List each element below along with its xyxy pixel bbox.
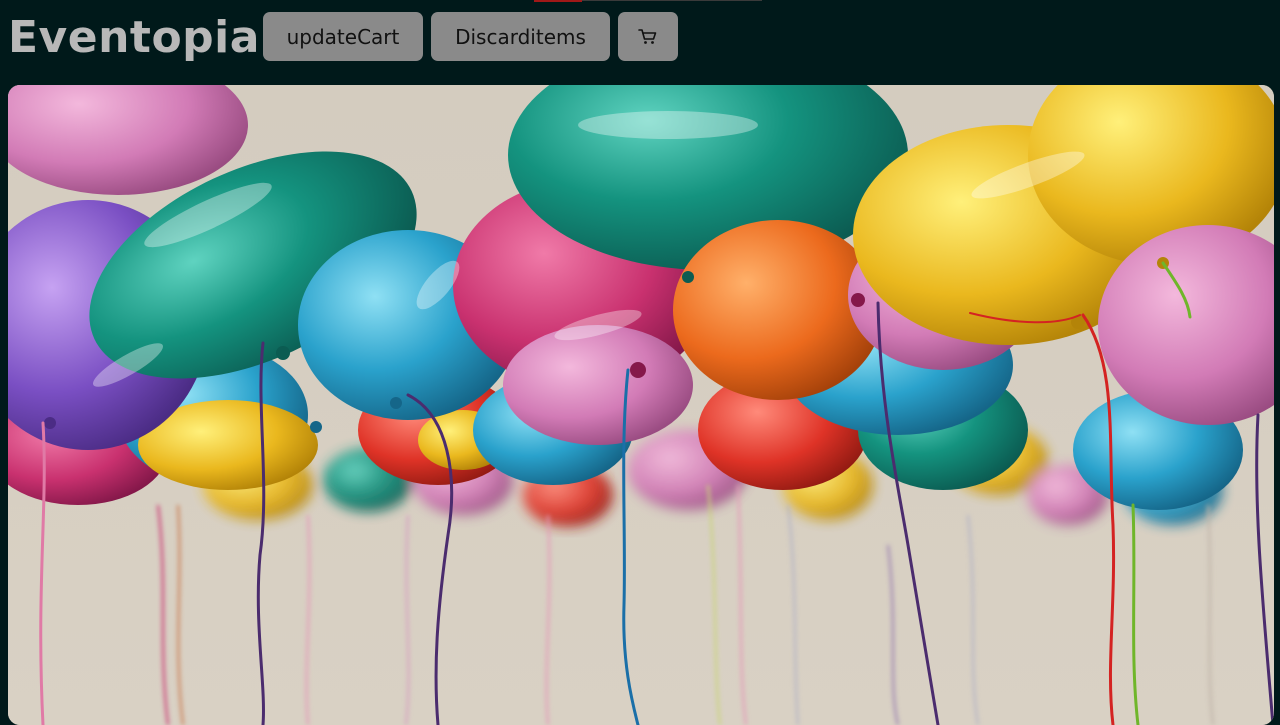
top-navigation-bar: Eventopia updateCart Discarditems [0, 0, 1280, 84]
top-divider-line [582, 0, 762, 1]
discard-items-button[interactable]: Discarditems [431, 12, 610, 61]
brand-logo-text[interactable]: Eventopia [8, 10, 260, 66]
hero-balloons-image [8, 85, 1274, 725]
top-accent-line [534, 0, 582, 2]
update-cart-button[interactable]: updateCart [263, 12, 423, 61]
shopping-cart-icon [638, 28, 658, 46]
cart-button[interactable] [618, 12, 678, 61]
